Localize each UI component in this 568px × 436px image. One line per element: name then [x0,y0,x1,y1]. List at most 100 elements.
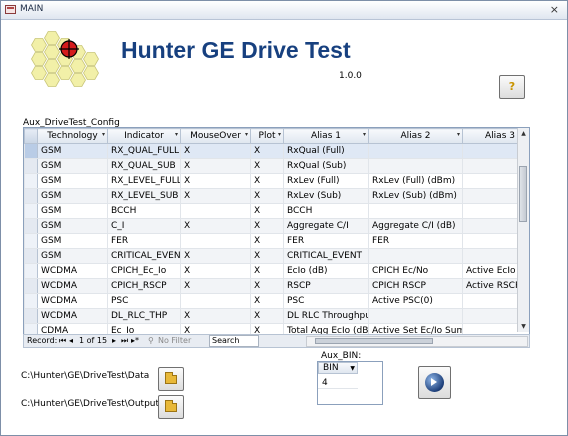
table-cell[interactable]: EcIo (dB) [283,263,369,279]
table-cell[interactable]: X [250,263,284,279]
table-cell[interactable] [180,293,251,309]
table-cell[interactable]: RX_QUAL_FULL [107,143,181,159]
table-row[interactable]: GSM FER X FER FER [24,233,529,249]
table-cell[interactable]: Aggregate C/I [283,218,369,234]
table-cell[interactable]: C_I [107,218,181,234]
table-cell[interactable]: X [250,248,284,264]
no-filter-label[interactable]: No Filter [158,335,191,347]
table-row[interactable]: GSM CRITICAL_EVENT X X CRITICAL_EVENT [24,248,529,264]
run-button[interactable] [418,366,451,399]
chevron-down-icon[interactable]: ▼ [350,364,355,374]
table-cell[interactable]: GSM [37,173,108,189]
table-cell[interactable]: GSM [37,233,108,249]
table-row[interactable]: GSM RX_LEVEL_SUB X X RxLev (Sub) RxLev (Sub) … [24,188,529,204]
table-cell[interactable]: X [250,158,284,174]
close-icon[interactable]: × [550,3,559,16]
table-cell[interactable]: CRITICAL_EVENT [283,248,369,264]
bin-value[interactable]: 4 [322,378,328,388]
table-row[interactable]: GSM BCCH X BCCH [24,203,529,219]
table-cell[interactable]: GSM [37,248,108,264]
table-cell[interactable]: RxLev (Sub) [283,188,369,204]
table-cell[interactable]: CRITICAL_EVENT [107,248,181,264]
chevron-down-icon[interactable]: ▾ [278,131,281,138]
table-row[interactable]: GSM RX_LEVEL_FULL X X RxLev (Full) RxLev (Ful… [24,173,529,189]
select-all-corner[interactable] [24,128,38,144]
table-cell[interactable]: BCCH [107,203,181,219]
table-cell[interactable]: X [180,173,251,189]
table-cell[interactable]: BCCH [283,203,369,219]
table-cell[interactable]: X [180,158,251,174]
prev-record-icon[interactable]: ◂ [69,335,73,347]
table-cell[interactable]: X [180,143,251,159]
column-header[interactable]: Indicator ▾ [107,128,181,144]
row-selector[interactable] [24,188,38,204]
row-selector[interactable] [24,233,38,249]
browse-output-button[interactable] [158,395,184,419]
chevron-down-icon[interactable]: ▾ [457,131,460,138]
table-cell[interactable]: X [180,218,251,234]
table-cell[interactable]: CPICH_Ec_Io [107,263,181,279]
table-cell[interactable]: CPICH_RSCP [107,278,181,294]
table-cell[interactable]: RxLev (Sub) (dBm) [368,188,463,204]
table-cell[interactable]: RxLev (Full) [283,173,369,189]
new-record-icon[interactable]: ▸* [131,335,139,347]
column-header[interactable]: Plot ▾ [250,128,284,144]
table-cell[interactable]: GSM [37,143,108,159]
table-cell[interactable]: X [180,308,251,324]
table-row[interactable]: WCDMA DL_RLC_THP X X DL RLC Throughput [24,308,529,324]
table-cell[interactable] [368,158,463,174]
scroll-down-icon[interactable]: ▼ [518,321,529,332]
table-cell[interactable]: Aggregate C/I (dB) [368,218,463,234]
table-cell[interactable]: X [180,188,251,204]
table-cell[interactable]: X [250,233,284,249]
vertical-scrollbar[interactable]: ▲ ▼ [517,128,529,332]
table-row[interactable]: GSM RX_QUAL_FULL X X RxQual (Full) [24,143,529,159]
row-selector[interactable] [24,218,38,234]
table-row[interactable]: WCDMA CPICH_RSCP X X RSCP CPICH RSCP Active RS… [24,278,529,294]
row-selector[interactable] [24,143,38,159]
table-cell[interactable]: X [250,293,284,309]
row-selector[interactable] [24,308,38,324]
browse-data-button[interactable] [158,367,184,391]
table-cell[interactable]: DL RLC Throughput [283,308,369,324]
table-cell[interactable]: WCDMA [37,263,108,279]
table-row[interactable]: WCDMA CPICH_Ec_Io X X EcIo (dB) CPICH Ec/No Ac… [24,263,529,279]
chevron-down-icon[interactable]: ▾ [363,131,366,138]
table-cell[interactable]: CPICH RSCP [368,278,463,294]
row-selector[interactable] [24,203,38,219]
horizontal-scrollbar[interactable] [306,336,528,347]
row-selector[interactable] [24,293,38,309]
table-cell[interactable]: GSM [37,203,108,219]
table-cell[interactable]: FER [368,233,463,249]
last-record-icon[interactable]: ⏭ [121,335,128,347]
row-selector[interactable] [24,173,38,189]
table-cell[interactable]: FER [283,233,369,249]
column-header[interactable]: Alias 2 ▾ [368,128,463,144]
table-cell[interactable]: WCDMA [37,308,108,324]
table-row[interactable]: WCDMA PSC X PSC Active PSC(0) [24,293,529,309]
chevron-down-icon[interactable]: ▾ [175,131,178,138]
table-cell[interactable] [368,143,463,159]
chevron-down-icon[interactable]: ▾ [245,131,248,138]
record-position[interactable]: 1 of 15 [79,335,107,347]
table-cell[interactable]: RX_LEVEL_FULL [107,173,181,189]
table-cell[interactable]: X [180,278,251,294]
search-box[interactable]: Search [209,335,259,347]
h-scroll-thumb[interactable] [315,338,433,344]
row-selector[interactable] [24,158,38,174]
table-cell[interactable]: X [180,263,251,279]
table-cell[interactable]: RxQual (Full) [283,143,369,159]
row-selector[interactable] [24,278,38,294]
table-cell[interactable]: RxLev (Full) (dBm) [368,173,463,189]
bin-column-header[interactable]: BIN ▼ [318,362,358,374]
table-cell[interactable]: X [250,278,284,294]
row-selector[interactable] [24,248,38,264]
table-cell[interactable]: RX_QUAL_SUB [107,158,181,174]
row-selector[interactable] [24,263,38,279]
table-cell[interactable]: GSM [37,218,108,234]
table-cell[interactable] [368,308,463,324]
next-record-icon[interactable]: ▸ [112,335,116,347]
column-header[interactable]: Technology ▾ [37,128,108,144]
column-header[interactable]: MouseOver ▾ [180,128,251,144]
table-cell[interactable]: GSM [37,158,108,174]
